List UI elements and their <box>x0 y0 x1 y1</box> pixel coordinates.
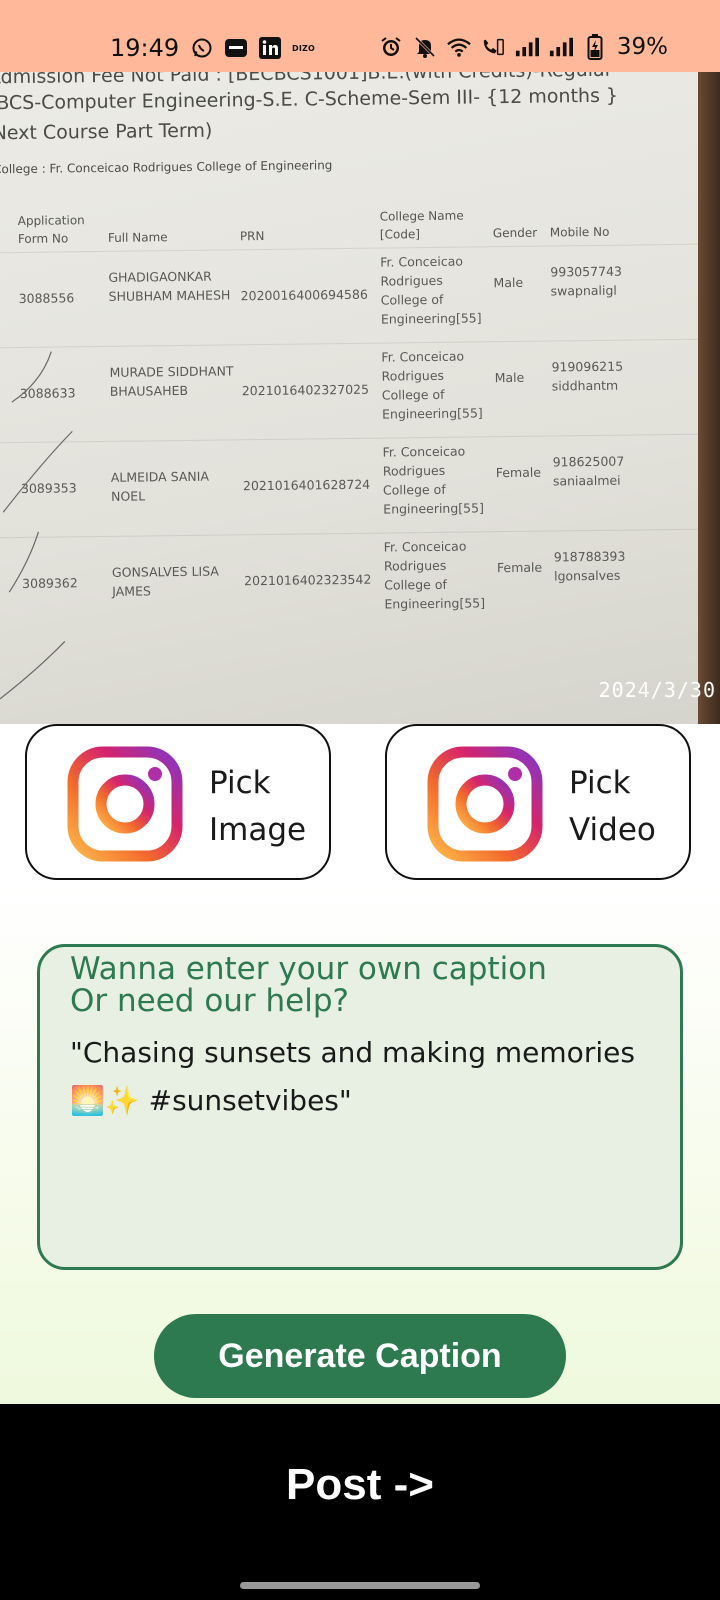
cell-name: GONSALVES LISA JAMES <box>111 563 219 599</box>
pick-video-button[interactable]: Pick Video <box>385 724 691 880</box>
table-row: 3088633 MURADE SIDDHANT BHAUSAHEB 202101… <box>0 338 720 443</box>
cell-app: 3088556 <box>18 290 75 307</box>
cell-gender: Female <box>496 559 543 576</box>
mute-icon <box>413 35 437 59</box>
wifi-icon <box>447 35 471 59</box>
header-mobile: Mobile No <box>549 224 610 240</box>
table-edge <box>698 72 720 724</box>
pick-image-button[interactable]: Pick Image <box>25 724 331 880</box>
notification-icons: DIZO <box>190 36 315 60</box>
generate-caption-button[interactable]: Generate Caption <box>154 1314 566 1398</box>
cell-college: Fr. Conceicao Rodrigues College of Engin… <box>383 538 486 612</box>
table-row: 3089362 GONSALVES LISA JAMES 20210164023… <box>0 528 720 633</box>
volte-call-icon <box>481 35 505 59</box>
cell-gender: Male <box>493 274 524 291</box>
header-app: Application Form No <box>17 213 85 247</box>
cell-prn: 2021016401628724 <box>242 476 371 494</box>
app-notification-icon <box>224 36 248 60</box>
battery-charging-icon <box>583 34 607 60</box>
cell-mobile: 918625007 saniaalmei <box>552 453 625 489</box>
table-row: 3089353 ALMEIDA SANIA NOEL 2021016401628… <box>0 433 720 538</box>
post-bar: Post -> <box>0 1404 720 1600</box>
document-photo: Admission Fee Not Paid : [BECBCS1001]B.E… <box>0 72 720 724</box>
pick-video-label: Pick Video <box>569 765 656 848</box>
caption-input[interactable]: Wanna enter your own caption Or need our… <box>37 944 683 1270</box>
alarm-icon <box>379 35 403 59</box>
cell-name: ALMEIDA SANIA NOEL <box>110 468 210 504</box>
cell-prn: 2020016400694586 <box>240 286 368 304</box>
doc-table: Sr. No Application Form No Full Name PRN… <box>0 193 720 633</box>
post-button[interactable]: Post -> <box>0 1460 720 1510</box>
cell-gender: Male <box>494 369 525 386</box>
signal-icon-1 <box>515 35 539 59</box>
cell-name: MURADE SIDDHANT BHAUSAHEB <box>109 363 234 399</box>
cell-prn: 2021016402323542 <box>244 571 372 589</box>
dizo-icon: DIZO <box>292 43 316 53</box>
header-sr: Sr. No <box>0 212 8 248</box>
cell-college: Fr. Conceicao Rodrigues College of Engin… <box>381 348 483 422</box>
linkedin-icon <box>258 36 282 60</box>
system-icons: 39% <box>379 34 668 60</box>
cell-mobile: 919096215 siddhantm <box>551 358 624 394</box>
status-bar: 19:49 DIZO 39% <box>0 0 720 72</box>
header-name: Full Name <box>107 230 168 245</box>
doc-heading-line: Next Course Part Term) <box>0 119 213 145</box>
home-indicator[interactable] <box>240 1582 480 1589</box>
header-prn: PRN <box>239 228 265 244</box>
cell-name: GHADIGAONKAR SHUBHAM MAHESH <box>108 268 231 304</box>
cell-mobile: 918788393 lgonsalves <box>553 548 626 584</box>
battery-percent: 39% <box>616 34 668 60</box>
photo-date-stamp: 2024/3/30 <box>598 678 716 702</box>
cell-college: Fr. Conceicao Rodrigues College of Engin… <box>380 253 482 327</box>
instagram-icon <box>67 746 183 862</box>
table-row: 3088556 GHADIGAONKAR SHUBHAM MAHESH 2020… <box>0 243 720 348</box>
instagram-icon <box>427 746 543 862</box>
cell-mobile: 993057743 swapnaligl <box>550 263 623 299</box>
whatsapp-icon <box>190 36 214 60</box>
cell-gender: Female <box>495 464 542 481</box>
pick-image-label: Pick Image <box>209 765 307 848</box>
header-gender: Gender <box>492 225 538 241</box>
doc-table-header: Sr. No Application Form No Full Name PRN… <box>0 193 720 252</box>
cell-college: Fr. Conceicao Rodrigues College of Engin… <box>382 443 484 517</box>
doc-college-line: College : Fr. Conceicao Rodrigues Colleg… <box>0 158 333 177</box>
status-time: 19:49 <box>110 34 180 62</box>
signal-icon-2 <box>549 35 573 59</box>
cell-prn: 2021016402327025 <box>241 381 370 399</box>
header-college: College Name [Code] <box>379 208 464 242</box>
caption-field-label: Wanna enter your own caption Or need our… <box>70 951 547 1019</box>
caption-text[interactable]: "Chasing sunsets and making memories 🌅✨ … <box>70 1029 650 1125</box>
pen-marks <box>0 351 73 703</box>
doc-heading-line: BCS-Computer Engineering-S.E. C-Scheme-S… <box>0 84 619 115</box>
selected-image-preview: Admission Fee Not Paid : [BECBCS1001]B.E… <box>0 72 720 724</box>
